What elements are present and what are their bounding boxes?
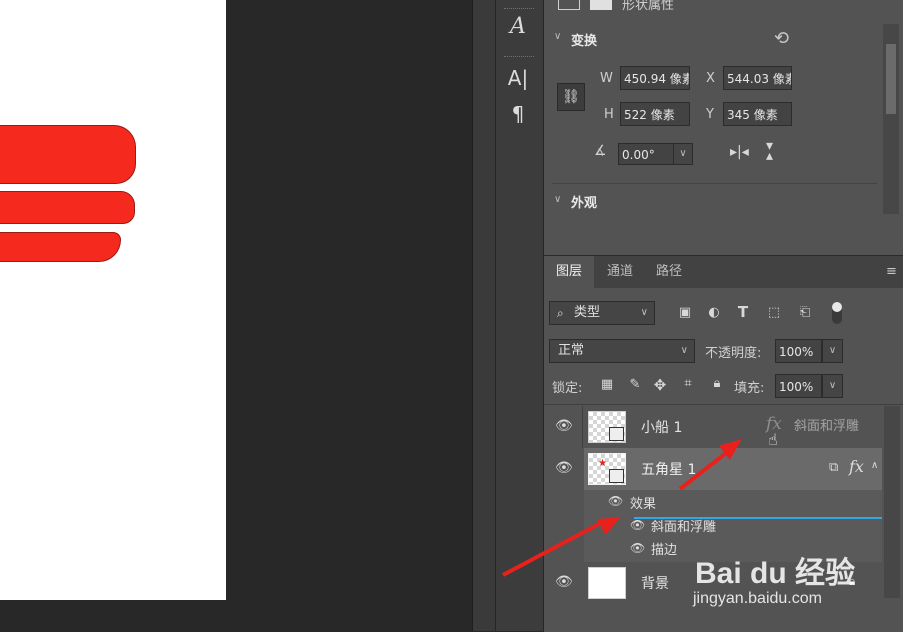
width-field[interactable]: 450.94 像素 [620,66,690,90]
visibility-eye-icon[interactable]: 👁︎ [630,518,645,532]
properties-panel: 形状属性 ∨ 变换 ⟲ ⛓ W 450.94 像素 X 544.03 像素 H … [544,0,903,255]
layer-thumbnail[interactable] [588,567,626,599]
tab-layers[interactable]: 图层 [544,256,594,288]
shape-properties-icon [558,0,580,10]
flip-horizontal-icon[interactable]: ▸|◂ [730,144,749,160]
layers-scrollbar[interactable] [884,406,900,598]
angle-field[interactable]: 0.00° [618,143,674,165]
lock-transparent-pixels-icon[interactable]: ▦ [598,377,616,392]
star-icon: ★ [598,458,607,469]
visibility-eye-icon[interactable]: 👁︎ [608,494,623,508]
y-field[interactable]: 345 像素 [723,102,792,126]
flip-vertical-icon[interactable]: ▾ ▴ [766,139,773,163]
properties-scrollbar[interactable] [883,24,899,214]
lock-position-icon[interactable]: ✥ [651,376,669,394]
panel-menu-icon[interactable]: ≡ [886,264,897,279]
chevron-down-icon: ∨ [680,345,688,356]
shape-layer-badge-icon [609,469,624,483]
panel-icon-strip: A A| ¶ [495,0,544,631]
lock-image-pixels-icon[interactable]: ✎ [626,377,644,392]
chevron-down-icon: ∨ [640,307,648,318]
adjustment-filter-icon[interactable]: ◐ [705,305,723,320]
boat-shape-middle [0,191,135,224]
fx-icon[interactable]: fx [849,457,864,476]
divider [582,406,583,448]
mask-icon [590,0,612,10]
blend-mode-label: 正常 [558,343,585,358]
visibility-eye-icon[interactable]: 👁︎ [555,418,573,434]
tab-channels[interactable]: 通道 [596,256,644,288]
visibility-eye-icon[interactable]: 👁︎ [555,460,573,476]
paragraph-icon[interactable]: ¶ [500,102,536,126]
image-filter-icon[interactable]: ▣ [676,305,694,320]
shape-layer-badge-icon [609,427,624,441]
baidu-watermark-logo: Bai du 经验 [695,557,856,590]
scrollbar-thumb[interactable] [886,44,896,114]
reset-icon[interactable]: ⟲ [774,28,789,49]
layer-name[interactable]: 五角星 1 [641,459,696,479]
opacity-label: 不透明度: [705,346,762,361]
layer-row-selected[interactable]: 👁︎ ★ 五角星 1 ⧉ fx ∧ [544,448,882,490]
transform-section-title[interactable]: 变换 [571,30,597,49]
layer-thumbnail[interactable]: ★ [588,453,626,485]
lock-label: 锁定: [552,381,583,396]
panel-dock-gutter [472,0,496,631]
search-icon: ⌕ [557,306,564,320]
document-canvas[interactable] [0,0,226,600]
appearance-section-title[interactable]: 外观 [571,192,597,211]
shape-filter-icon[interactable]: ⬚ [765,305,783,320]
layer-name[interactable]: 小船 1 [641,417,682,437]
boat-shape-bottom [0,232,121,262]
visibility-eye-icon[interactable]: 👁︎ [630,541,645,555]
visibility-eye-icon[interactable]: 👁︎ [555,574,573,590]
lock-all-icon[interactable]: 🔒︎ [708,376,726,391]
grip-handle[interactable] [504,8,534,12]
effect-item-stroke[interactable]: 描边 [651,539,677,558]
linked-smart-icon[interactable]: ⧉ [829,460,838,475]
character-icon[interactable]: A| [500,66,536,90]
opacity-dropdown-button[interactable]: ∨ [822,339,843,363]
angle-dropdown-button[interactable]: ∨ [673,143,693,165]
baidu-watermark-url: jingyan.baidu.com [693,590,822,607]
effect-item-bevel-emboss[interactable]: 斜面和浮雕 [651,516,716,535]
divider [552,183,877,184]
angle-icon: ∡ [594,143,607,159]
layer-name[interactable]: 背景 [641,573,669,593]
layer-thumbnail[interactable] [588,411,626,443]
effects-label[interactable]: 效果 [630,493,656,512]
tab-paths[interactable]: 路径 [645,256,693,288]
chevron-down-icon[interactable]: ∨ [554,31,561,42]
filter-kind-label: 类型 [574,305,601,320]
lock-artboard-icon[interactable]: ⌗ [679,376,697,391]
link-icon[interactable]: ⛓ [557,83,585,111]
hover-effect-label: 斜面和浮雕 [794,419,860,434]
type-filter-icon[interactable]: T [734,303,752,321]
width-label: W [600,71,613,86]
divider [544,404,903,405]
fill-field[interactable]: 100% [775,374,822,398]
properties-header-label: 形状属性 [622,0,675,13]
height-label: H [604,107,614,122]
y-label: Y [706,107,714,122]
fill-label: 填充: [734,381,765,396]
filter-toggle[interactable] [832,302,842,324]
toggle-knob [832,302,842,312]
hand-cursor-icon: ☝︎ [768,430,778,449]
layer-filter-dropdown[interactable]: ⌕ 类型 ∨ [549,301,655,325]
chevron-down-icon[interactable]: ∨ [554,194,561,205]
boat-shape-top [0,125,136,184]
layer-row[interactable]: 👁︎ 小船 1 fx 斜面和浮雕 ☝︎ [544,406,882,449]
grip-handle[interactable] [504,56,534,60]
x-label: X [706,71,715,86]
opacity-field[interactable]: 100% [775,339,822,363]
smart-object-filter-icon[interactable]: ⎗ [796,305,814,320]
chevron-up-icon[interactable]: ∧ [871,460,878,471]
blend-mode-dropdown[interactable]: 正常 ∨ [549,339,695,363]
x-field[interactable]: 544.03 像素 [723,66,792,90]
fill-dropdown-button[interactable]: ∨ [822,374,843,398]
height-field[interactable]: 522 像素 [620,102,690,126]
glyphs-icon[interactable]: A [500,14,536,39]
